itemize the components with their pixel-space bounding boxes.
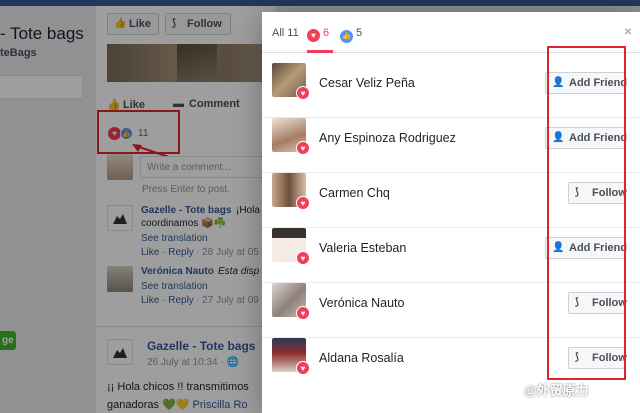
like-icon: 👍 bbox=[340, 30, 353, 43]
heart-icon: ♥ bbox=[296, 141, 310, 155]
close-icon[interactable]: × bbox=[624, 24, 632, 38]
heart-icon: ♥ bbox=[296, 196, 310, 210]
person-name[interactable]: Cesar Veliz Peña bbox=[319, 76, 415, 90]
tab-love[interactable]: ♥ 6 bbox=[307, 12, 333, 53]
heart-icon: ♥ bbox=[307, 29, 320, 42]
person-name[interactable]: Verónica Nauto bbox=[319, 296, 404, 310]
tab-love-count: 6 bbox=[323, 27, 330, 39]
person-name[interactable]: Any Espinoza Rodriguez bbox=[319, 131, 456, 145]
person-name[interactable]: Carmen Chq bbox=[319, 186, 390, 200]
person-name[interactable]: Valeria Esteban bbox=[319, 241, 406, 255]
person-name[interactable]: Aldana Rosalía bbox=[319, 351, 404, 365]
heart-icon: ♥ bbox=[296, 251, 310, 265]
highlight-box-buttons bbox=[547, 46, 626, 380]
heart-icon: ♥ bbox=[296, 86, 310, 100]
tab-like-count: 5 bbox=[356, 27, 363, 39]
heart-icon: ♥ bbox=[296, 361, 310, 375]
watermark: @外贸原力 bbox=[524, 383, 589, 398]
tab-all[interactable]: All 11 bbox=[272, 12, 299, 53]
heart-icon: ♥ bbox=[296, 306, 310, 320]
tab-like[interactable]: 👍 5 bbox=[340, 12, 362, 53]
